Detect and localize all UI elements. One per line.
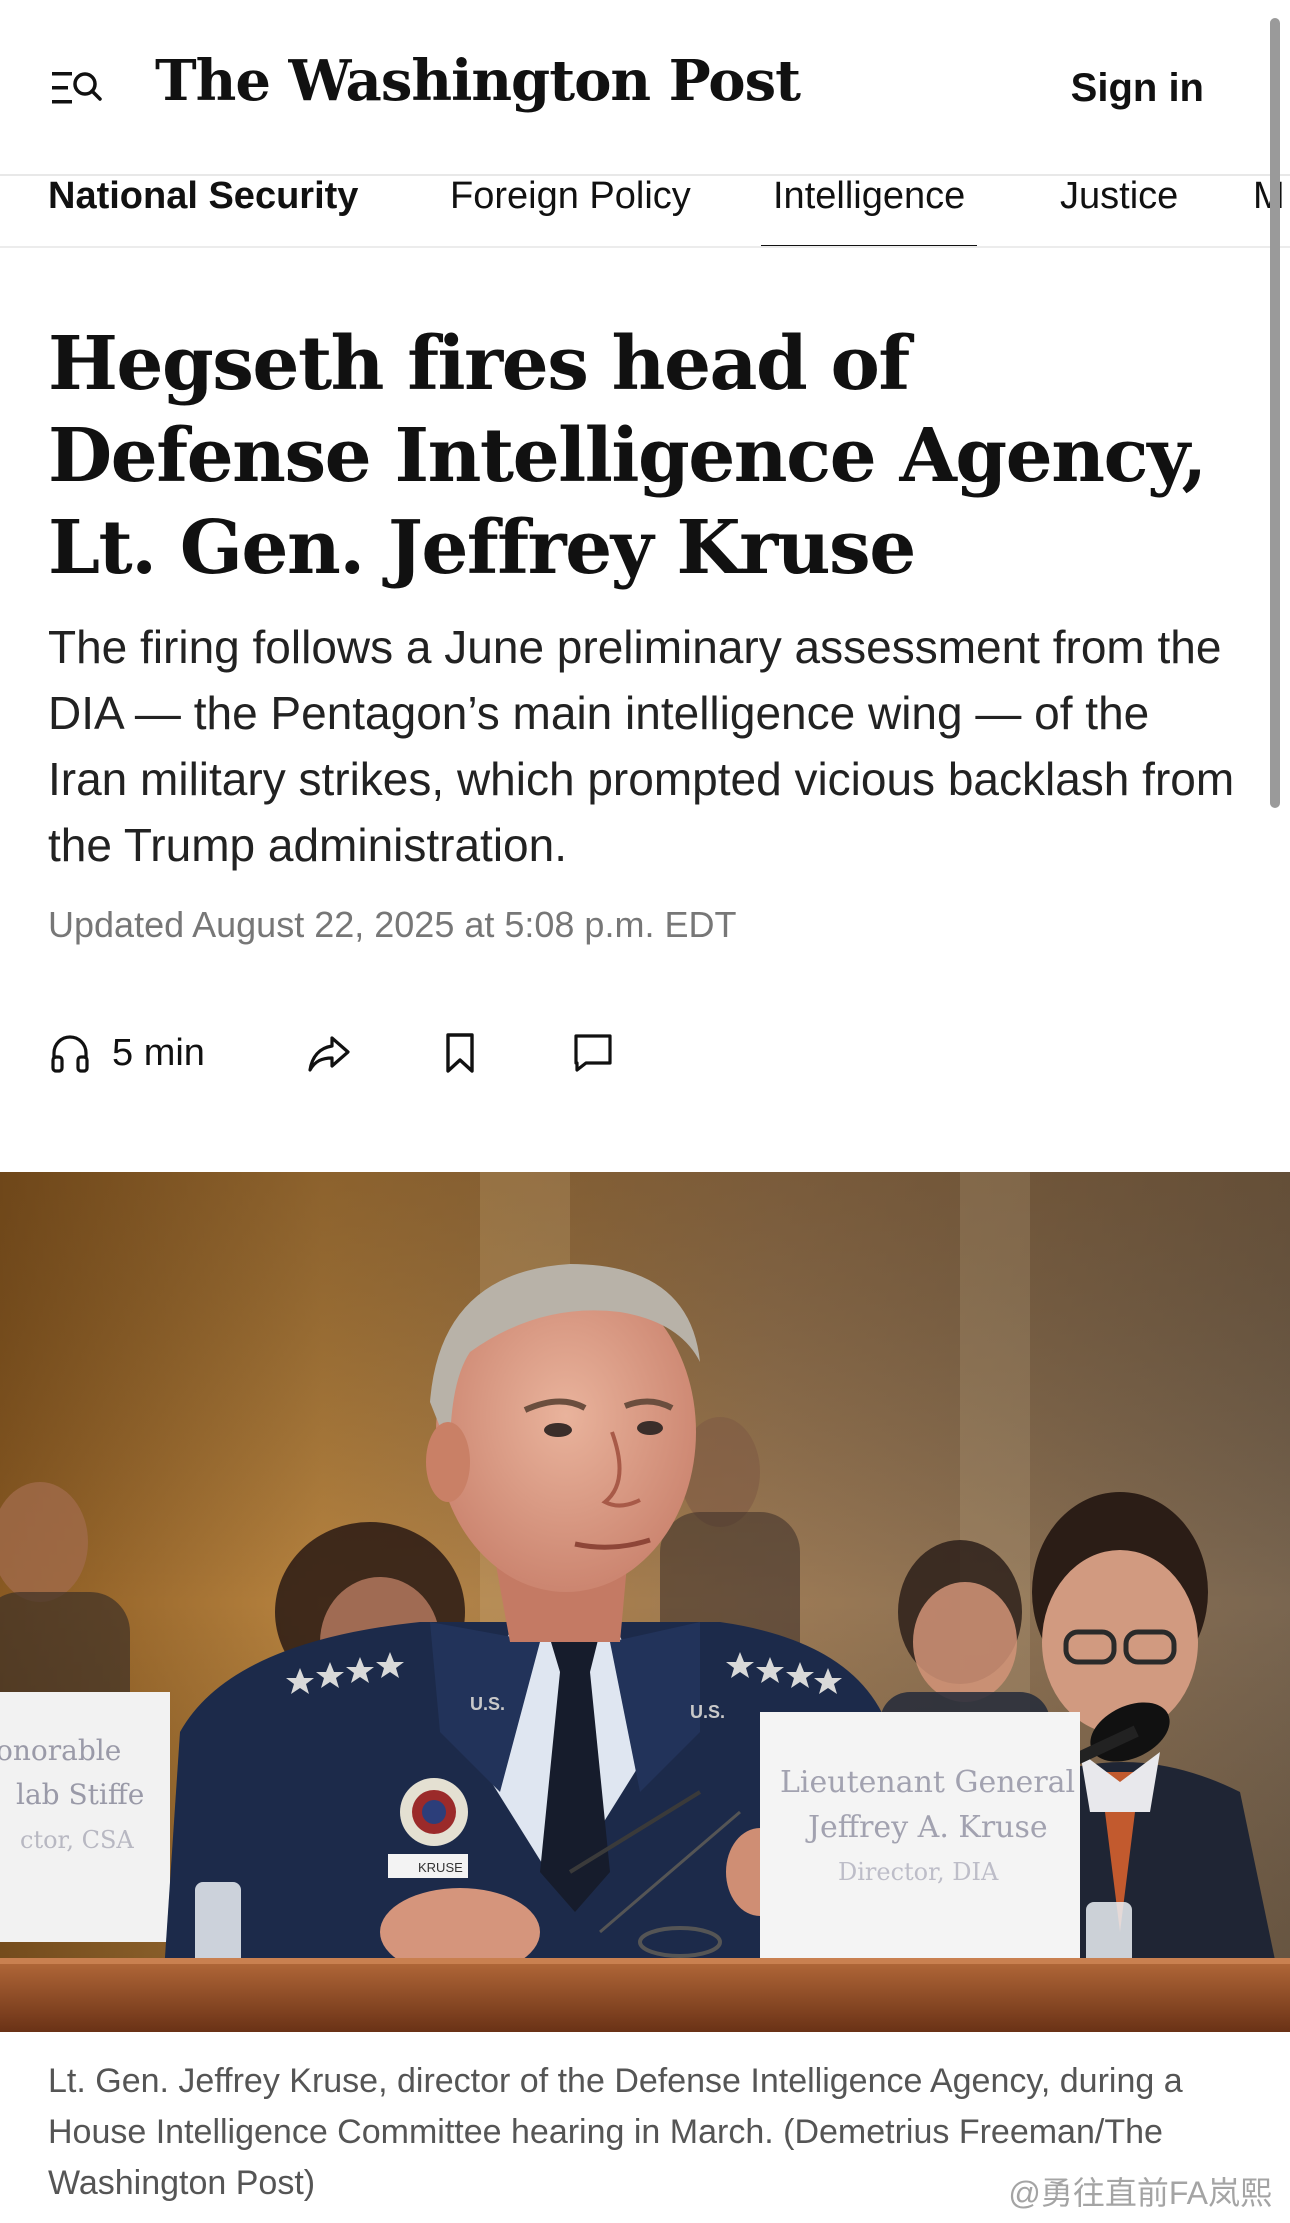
placard-left-line-2: lab Stiffe: [16, 1778, 144, 1811]
shoulder-letters-right: U.S.: [690, 1702, 725, 1722]
name-tag-text: KRUSE: [418, 1860, 463, 1875]
listen-duration: 5 min: [112, 1031, 205, 1074]
bookmark-icon: [446, 1033, 474, 1073]
section-nav: National Security Foreign Policy Intelli…: [0, 176, 1290, 248]
menu-search-button[interactable]: [50, 66, 104, 110]
placard-left-line-3: ctor, CSA: [20, 1826, 134, 1854]
headphones-icon: [51, 1035, 89, 1073]
share-button[interactable]: [306, 1020, 352, 1086]
placard-right-line-1: Lieutenant General: [780, 1765, 1075, 1800]
sign-in-link[interactable]: Sign in: [1071, 66, 1204, 111]
article-action-bar: 5 min: [48, 1020, 748, 1086]
scrollbar-thumb[interactable]: [1270, 18, 1280, 808]
nav-item-foreign-policy[interactable]: Foreign Policy: [450, 176, 691, 246]
article-timestamp: Updated August 22, 2025 at 5:08 p.m. EDT: [48, 904, 737, 945]
menu-search-icon: [52, 72, 102, 104]
comments-button[interactable]: [572, 1020, 614, 1086]
placard-right-line-3: Director, DIA: [838, 1858, 999, 1886]
lead-photo: onorable lab Stiffe ctor, CSA U.S. U.S. …: [0, 1172, 1290, 2032]
placard-right-line-2: Jeffrey A. Kruse: [805, 1810, 1048, 1845]
comment-icon: [574, 1034, 612, 1072]
article-page: The Washington Post Sign in National Sec…: [0, 0, 1290, 2223]
article-dek: The firing follows a June preliminary as…: [48, 621, 1235, 871]
share-icon: [308, 1036, 350, 1072]
nav-item-national-security[interactable]: National Security: [48, 176, 358, 246]
nav-item-intelligence[interactable]: Intelligence: [760, 176, 978, 246]
shoulder-letters-left: U.S.: [470, 1694, 505, 1714]
bookmark-button[interactable]: [442, 1020, 478, 1086]
site-logo[interactable]: The Washington Post: [155, 48, 801, 114]
listen-button[interactable]: 5 min: [48, 1020, 205, 1086]
masthead: The Washington Post Sign in: [0, 0, 1290, 176]
article-headline: Hegseth fires head of Defense Intelligen…: [48, 321, 1207, 591]
watermark: @勇往直前FA岚熙: [1008, 2175, 1272, 2211]
nav-item-justice[interactable]: Justice: [1060, 176, 1178, 246]
placard-left-line-1: onorable: [0, 1734, 121, 1767]
